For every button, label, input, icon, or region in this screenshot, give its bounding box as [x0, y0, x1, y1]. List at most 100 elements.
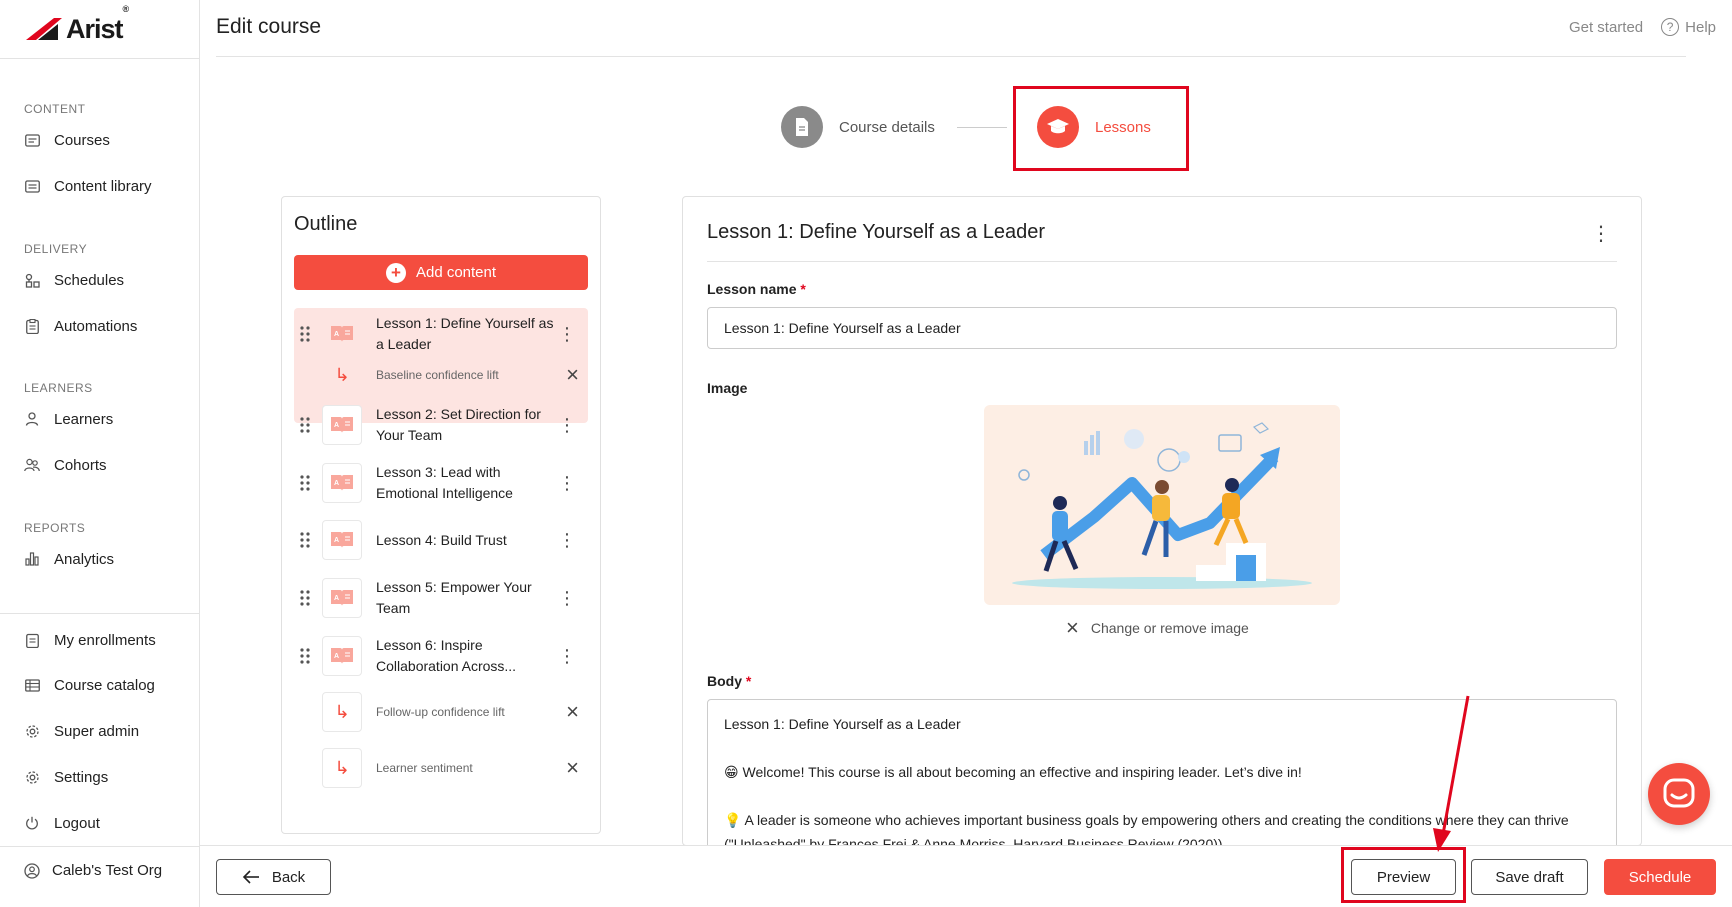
app-root: Arist® CONTENT Courses Content library D… — [0, 0, 1732, 907]
lesson-book-icon: A — [322, 520, 362, 560]
sidebar-item-course-catalog[interactable]: Course catalog — [24, 671, 155, 699]
outline-subitem-followup[interactable]: ↳ Follow-up confidence lift × — [294, 692, 588, 732]
section-label-reports: REPORTS — [24, 521, 86, 535]
outline-lesson-2[interactable]: A Lesson 2: Set Direction for Your Team … — [294, 404, 588, 446]
close-icon[interactable]: × — [566, 364, 579, 386]
more-options-icon[interactable]: ⋮ — [558, 474, 576, 492]
sidebar-item-learners[interactable]: Learners — [24, 405, 113, 433]
enrollments-icon — [24, 632, 40, 648]
sidebar: Arist® CONTENT Courses Content library D… — [0, 0, 200, 907]
outline-lesson-5[interactable]: A Lesson 5: Empower Your Team ⋮ — [294, 577, 588, 619]
org-name: Caleb's Test Org — [52, 862, 163, 879]
subitem-title: Follow-up confidence lift — [376, 704, 505, 719]
lesson-name-input[interactable]: Lesson 1: Define Yourself as a Leader — [707, 307, 1617, 349]
sidebar-item-label: Analytics — [54, 550, 115, 568]
drag-handle-icon[interactable] — [294, 532, 316, 548]
outline-lesson-6[interactable]: A Lesson 6: Inspire Collaboration Across… — [294, 635, 588, 677]
sidebar-item-cohorts[interactable]: Cohorts — [24, 451, 107, 479]
logo-registered-mark: ® — [122, 3, 130, 14]
annotation-highlight-preview — [1341, 847, 1466, 903]
more-options-icon[interactable]: ⋮ — [558, 647, 576, 665]
more-options-icon[interactable]: ⋮ — [558, 589, 576, 607]
step-course-details[interactable]: Course details — [781, 106, 935, 148]
sidebar-item-logout[interactable]: Logout — [24, 809, 100, 837]
sidebar-item-label: Settings — [54, 768, 109, 786]
help-label: Help — [1685, 18, 1716, 36]
outline-lesson-3[interactable]: A Lesson 3: Lead with Emotional Intellig… — [294, 462, 588, 504]
schedule-label: Schedule — [1628, 868, 1692, 886]
sidebar-item-label: Automations — [54, 317, 138, 335]
svg-text:A: A — [334, 422, 339, 429]
section-label-delivery: DELIVERY — [24, 242, 88, 256]
lesson-title: Lesson 3: Lead with Emotional Intelligen… — [376, 464, 513, 501]
sidebar-item-label: Super admin — [54, 722, 140, 740]
lesson-editor-panel: Lesson 1: Define Yourself as a Leader ⋮ … — [682, 196, 1642, 846]
save-draft-button[interactable]: Save draft — [1471, 859, 1588, 895]
section-label-learners: LEARNERS — [24, 381, 93, 395]
help-link[interactable]: ? Help — [1661, 18, 1716, 36]
sidebar-item-super-admin[interactable]: Super admin — [24, 717, 139, 745]
annotation-arrow-icon — [1433, 695, 1470, 852]
lesson-book-icon: A — [322, 578, 362, 618]
lesson-title: Lesson 4: Build Trust — [376, 531, 507, 548]
drag-handle-icon[interactable] — [294, 326, 316, 342]
subitem-title: Baseline confidence lift — [376, 367, 499, 382]
cohorts-icon — [24, 457, 40, 473]
library-icon — [24, 178, 40, 194]
analytics-icon — [24, 551, 40, 567]
more-options-icon[interactable]: ⋮ — [558, 416, 576, 434]
more-options-icon[interactable]: ⋮ — [558, 325, 576, 343]
back-button[interactable]: Back — [216, 859, 331, 895]
lesson-name-value: Lesson 1: Define Yourself as a Leader — [724, 320, 961, 336]
lesson-book-icon: A — [322, 463, 362, 503]
lesson-book-icon: A — [322, 405, 362, 445]
logo[interactable]: Arist® — [24, 4, 129, 44]
sidebar-item-schedules[interactable]: Schedules — [24, 266, 124, 294]
sidebar-item-label: My enrollments — [54, 631, 156, 649]
body-editor[interactable]: Lesson 1: Define Yourself as a Leader 😁 … — [707, 699, 1617, 845]
drag-handle-icon[interactable] — [294, 648, 316, 664]
required-marker: * — [745, 673, 752, 689]
return-arrow-icon: ↳ — [322, 692, 362, 732]
sidebar-item-automations[interactable]: Automations — [24, 312, 137, 340]
chat-support-button[interactable] — [1648, 763, 1710, 825]
sidebar-item-analytics[interactable]: Analytics — [24, 545, 114, 573]
sidebar-item-my-enrollments[interactable]: My enrollments — [24, 626, 156, 654]
drag-handle-icon[interactable] — [294, 417, 316, 433]
org-switcher[interactable]: Caleb's Test Org — [24, 862, 162, 879]
sidebar-item-label: Logout — [54, 814, 100, 832]
svg-text:A: A — [334, 653, 339, 660]
footer-bar: Back Preview Save draft Schedule — [200, 846, 1732, 907]
schedule-button[interactable]: Schedule — [1604, 859, 1716, 895]
outline-panel: Outline + Add content A Lesson 1: Define… — [281, 196, 601, 834]
sidebar-divider — [0, 846, 200, 847]
drag-handle-icon[interactable] — [294, 590, 316, 606]
close-icon: × — [1066, 615, 1079, 640]
header-actions: Get started ? Help — [1569, 18, 1716, 36]
step-connector — [957, 127, 1007, 128]
get-started-link[interactable]: Get started — [1569, 19, 1643, 36]
sidebar-item-courses[interactable]: Courses — [24, 126, 110, 154]
outline-lesson-4[interactable]: A Lesson 4: Build Trust ⋮ — [294, 519, 588, 561]
close-icon[interactable]: × — [566, 701, 579, 723]
org-avatar-icon — [24, 862, 40, 879]
change-image-link[interactable]: × Change or remove image — [1066, 615, 1249, 641]
lesson-title: Lesson 1: Define Yourself as a Leader — [376, 315, 554, 352]
more-options-icon[interactable]: ⋮ — [1591, 221, 1611, 246]
page-title: Edit course — [216, 15, 322, 38]
outline-subitem-sentiment[interactable]: ↳ Learner sentiment × — [294, 748, 588, 788]
more-options-icon[interactable]: ⋮ — [558, 531, 576, 549]
sidebar-item-label: Schedules — [54, 271, 125, 289]
sidebar-item-settings[interactable]: Settings — [24, 763, 108, 791]
sidebar-divider — [0, 58, 200, 59]
outline-lesson-1[interactable]: A Lesson 1: Define Yourself as a Leader … — [294, 313, 588, 355]
drag-handle-icon[interactable] — [294, 475, 316, 491]
subitem-title: Learner sentiment — [376, 760, 473, 775]
sidebar-item-content-library[interactable]: Content library — [24, 172, 152, 200]
outline-subitem-baseline[interactable]: ↳ Baseline confidence lift × — [294, 355, 588, 395]
close-icon[interactable]: × — [566, 757, 579, 779]
lesson-image[interactable] — [984, 405, 1340, 605]
lesson-name-label-text: Lesson name — [707, 281, 797, 297]
add-content-button[interactable]: + Add content — [294, 255, 588, 290]
lesson-heading: Lesson 1: Define Yourself as a Leader — [707, 221, 1046, 243]
